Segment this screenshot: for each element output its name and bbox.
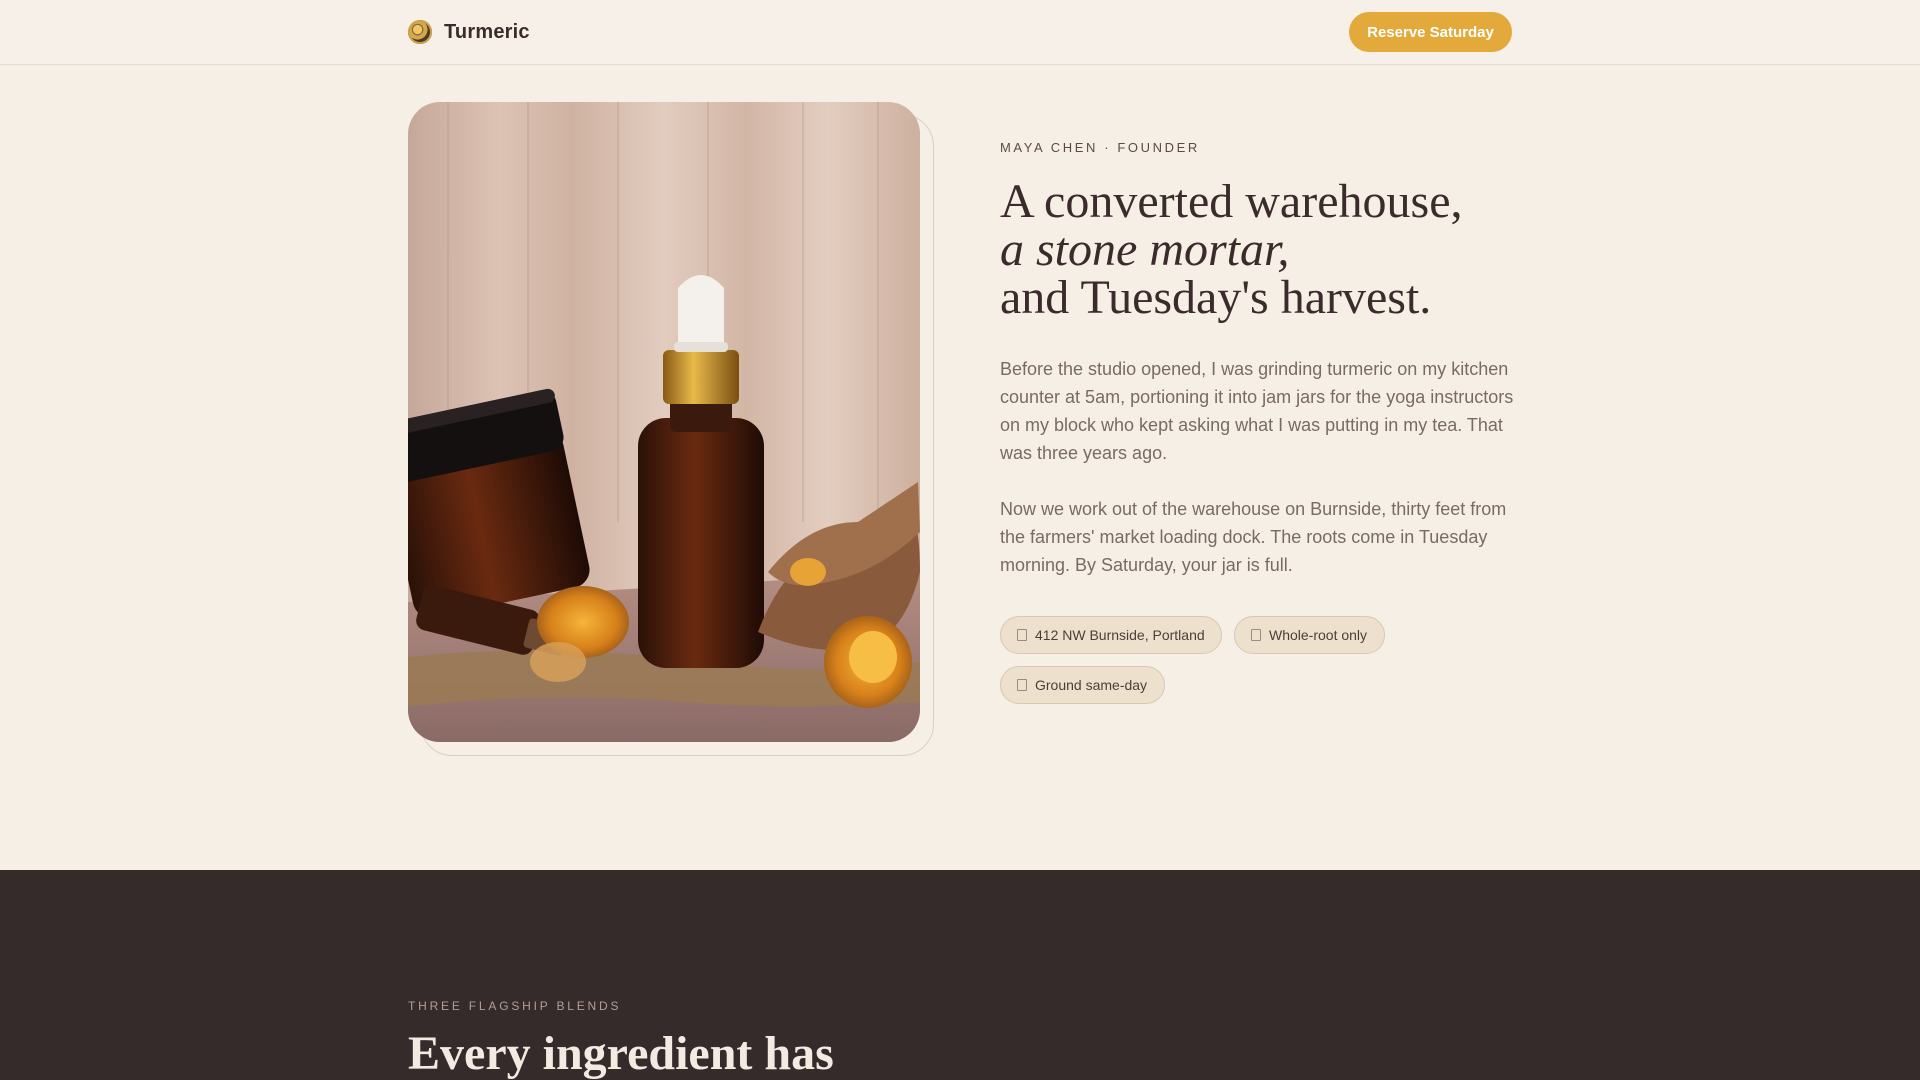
root-icon bbox=[1251, 629, 1261, 641]
story-paragraph-1: Before the studio opened, I was grinding… bbox=[1000, 359, 1514, 463]
product-illustration bbox=[408, 102, 920, 742]
reserve-saturday-button[interactable]: Reserve Saturday bbox=[1349, 12, 1512, 52]
clock-icon bbox=[1017, 679, 1027, 691]
chip-label: Ground same-day bbox=[1035, 677, 1148, 693]
chip-ground-same-day: Ground same-day bbox=[1000, 666, 1165, 704]
location-icon bbox=[1017, 629, 1027, 641]
story-paragraph-2: Now we work out of the warehouse on Burn… bbox=[1000, 499, 1507, 575]
headline-line-1: A converted warehouse, bbox=[1000, 175, 1463, 228]
brand-logo-link[interactable]: Turmeric bbox=[408, 16, 530, 48]
headline-line-2: a stone mortar, bbox=[1000, 223, 1290, 276]
headline-line-3: and Tuesday's harvest. bbox=[1000, 271, 1432, 324]
chip-label: Whole-root only bbox=[1269, 627, 1368, 643]
chip-label: 412 NW Burnside, Portland bbox=[1035, 627, 1205, 643]
chip-whole-root: Whole-root only bbox=[1234, 616, 1385, 654]
chip-address: 412 NW Burnside, Portland bbox=[1000, 616, 1222, 654]
hero-headline: A converted warehouse, a stone mortar, a… bbox=[1000, 178, 1560, 322]
founder-eyebrow: MAYA CHEN · FOUNDER bbox=[1000, 140, 1200, 155]
top-navigation: Turmeric Reserve Saturday bbox=[0, 0, 1920, 65]
page: Turmeric Reserve Saturday MAYA CHEN · FO… bbox=[0, 0, 1920, 1080]
flagship-blends-section bbox=[0, 870, 1920, 1080]
brand-name: Turmeric bbox=[444, 20, 530, 43]
hero-photo-turmeric-oil bbox=[408, 102, 920, 742]
turmeric-logo-icon bbox=[408, 20, 432, 44]
flagship-eyebrow: THREE FLAGSHIP BLENDS bbox=[408, 999, 622, 1013]
flagship-title: Every ingredient has bbox=[408, 1027, 834, 1080]
